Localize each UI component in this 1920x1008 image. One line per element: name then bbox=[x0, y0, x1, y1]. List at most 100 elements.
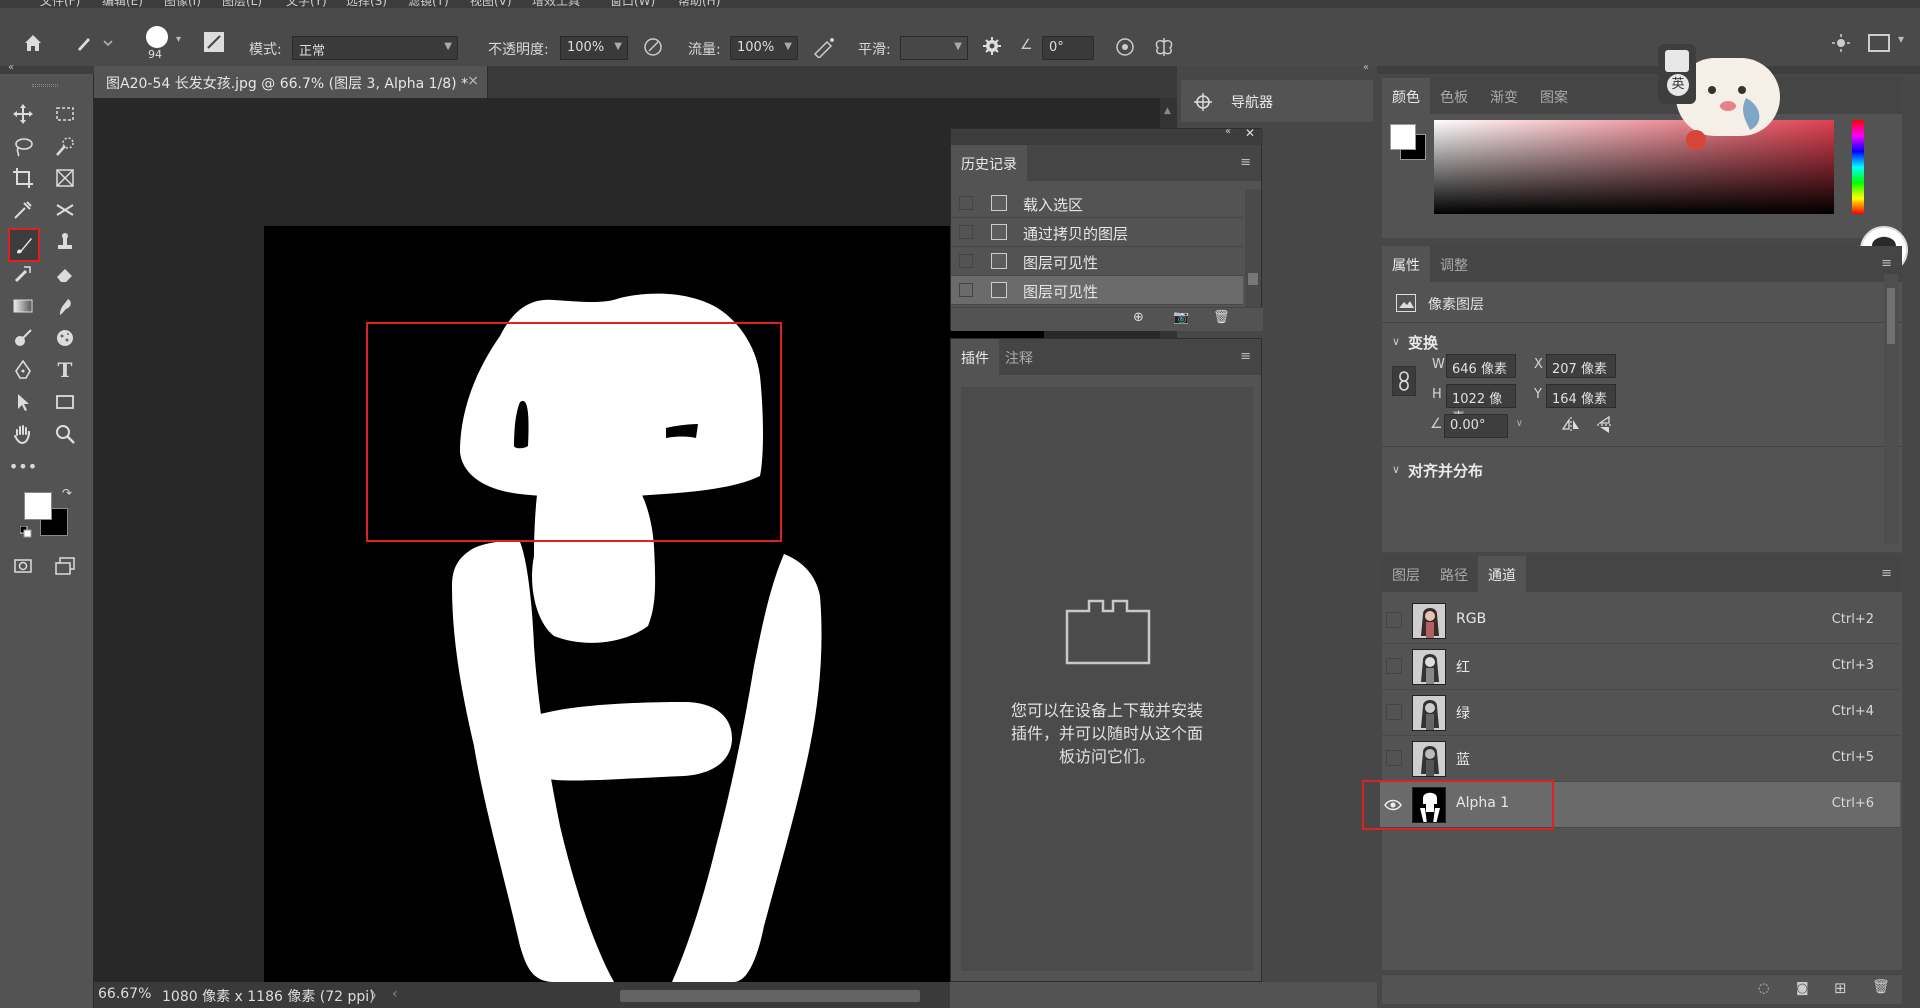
menu-layer[interactable]: 图层(L) bbox=[222, 0, 262, 8]
menu-file[interactable]: 文件(F) bbox=[40, 0, 80, 8]
visibility-toggle[interactable] bbox=[1386, 750, 1402, 766]
angle-field[interactable]: 0° bbox=[1042, 36, 1094, 60]
width-field[interactable]: 646 像素 bbox=[1446, 354, 1516, 378]
marquee-tool-icon[interactable] bbox=[50, 100, 80, 128]
ime-toolbar[interactable]: 英 bbox=[1658, 44, 1696, 104]
clone-stamp-tool-icon[interactable] bbox=[50, 228, 80, 256]
workspace-icon[interactable] bbox=[1868, 34, 1890, 52]
assistant-dot-icon[interactable] bbox=[1686, 130, 1706, 150]
channel-row-rgb[interactable]: RGB Ctrl+2 bbox=[1380, 598, 1900, 644]
pen-tool-icon[interactable] bbox=[8, 356, 38, 384]
channel-row-blue[interactable]: 蓝 Ctrl+5 bbox=[1380, 736, 1900, 782]
chevron-down-icon[interactable]: ▾ bbox=[176, 34, 181, 45]
flip-vertical-icon[interactable] bbox=[1594, 414, 1616, 436]
smoothing-field[interactable]: ▼ bbox=[900, 36, 968, 60]
flow-field[interactable]: 100% ▼ bbox=[730, 36, 798, 60]
new-document-from-state-icon[interactable]: ⊕ bbox=[1133, 310, 1144, 325]
sponge-tool-icon[interactable] bbox=[50, 324, 80, 352]
tab-color[interactable]: 颜色 bbox=[1382, 78, 1430, 114]
load-selection-icon[interactable]: ◌ bbox=[1758, 981, 1769, 996]
content-aware-move-icon[interactable] bbox=[50, 196, 80, 224]
visibility-toggle[interactable] bbox=[1386, 704, 1402, 720]
history-brush-tool-icon[interactable] bbox=[8, 260, 38, 288]
history-panel-titlebar[interactable]: « ✕ bbox=[951, 126, 1263, 145]
panel-menu-icon[interactable]: ≡ bbox=[1881, 566, 1892, 581]
panel-menu-icon[interactable]: ≡ bbox=[1240, 155, 1251, 170]
brush-size-icon[interactable] bbox=[146, 26, 168, 48]
tab-history[interactable]: 历史记录 bbox=[951, 145, 1027, 181]
navigator-collapse-strip[interactable]: « bbox=[1177, 62, 1377, 74]
quick-selection-tool-icon[interactable] bbox=[50, 132, 80, 160]
y-field[interactable]: 164 像素 bbox=[1546, 384, 1616, 408]
chevron-down-icon[interactable]: ▾ bbox=[1898, 32, 1904, 46]
visibility-toggle[interactable] bbox=[1386, 658, 1402, 674]
brush-preset-icon[interactable] bbox=[74, 32, 114, 54]
ime-icon[interactable] bbox=[1665, 50, 1689, 72]
new-channel-icon[interactable]: ⊞ bbox=[1834, 979, 1847, 997]
scroll-left-icon[interactable]: ‹ bbox=[392, 986, 398, 1002]
airbrush-icon[interactable] bbox=[812, 36, 836, 60]
save-selection-icon[interactable]: ◙ bbox=[1796, 981, 1809, 996]
zoom-level[interactable]: 66.67% bbox=[98, 986, 151, 1002]
navigator-tab[interactable]: 导航器 bbox=[1181, 80, 1373, 122]
menu-image[interactable]: 图像(I) bbox=[164, 0, 201, 8]
tab-patterns[interactable]: 图案 bbox=[1530, 78, 1578, 114]
tab-swatches[interactable]: 色板 bbox=[1430, 78, 1478, 114]
opacity-field[interactable]: 100% ▼ bbox=[560, 36, 628, 60]
eyedropper-tool-icon[interactable] bbox=[8, 196, 38, 224]
move-tool-icon[interactable] bbox=[8, 100, 38, 128]
sun-icon[interactable] bbox=[1830, 32, 1852, 54]
pressure-opacity-icon[interactable] bbox=[642, 36, 664, 58]
gradient-tool-icon[interactable] bbox=[8, 292, 38, 320]
more-tools-icon[interactable]: ••• bbox=[8, 452, 38, 480]
dodge-tool-icon[interactable] bbox=[8, 324, 38, 352]
home-icon[interactable] bbox=[22, 32, 44, 54]
tab-adjustments[interactable]: 调整 bbox=[1430, 246, 1478, 282]
x-field[interactable]: 207 像素 bbox=[1546, 354, 1616, 378]
foreground-color-swatch-top[interactable] bbox=[1390, 124, 1416, 150]
trash-icon[interactable]: 🗑 bbox=[1213, 310, 1230, 325]
mode-select[interactable]: 正常 ▼ bbox=[292, 36, 458, 60]
tab-plugins[interactable]: 插件 bbox=[951, 339, 999, 375]
camera-icon[interactable]: 📷 bbox=[1173, 310, 1189, 325]
right-dock-collapse-strip[interactable] bbox=[1377, 66, 1920, 74]
align-section-title[interactable]: 对齐并分布 bbox=[1408, 460, 1483, 481]
brush-settings-icon[interactable] bbox=[204, 32, 224, 52]
tab-gradients[interactable]: 渐变 bbox=[1480, 78, 1528, 114]
panel-menu-icon[interactable]: ≡ bbox=[1881, 256, 1892, 271]
toolbar-grip[interactable] bbox=[32, 84, 58, 87]
eraser-tool-icon[interactable] bbox=[50, 260, 80, 288]
history-item[interactable]: 图层可见性 bbox=[951, 247, 1243, 276]
height-field[interactable]: 1022 像素 bbox=[1446, 384, 1516, 426]
menu-window[interactable]: 窗口(W) bbox=[610, 0, 655, 8]
trash-icon[interactable]: 🗑 bbox=[1872, 979, 1890, 995]
link-icon[interactable] bbox=[1392, 366, 1416, 396]
screen-mode-icon[interactable] bbox=[50, 552, 80, 580]
history-scrollbar[interactable] bbox=[1245, 189, 1261, 307]
swap-colors-icon[interactable]: ↷ bbox=[62, 486, 72, 500]
brush-tool-icon[interactable] bbox=[8, 228, 40, 262]
close-icon[interactable]: ✕ bbox=[1245, 126, 1255, 140]
rotation-field[interactable]: 0.00° ∨ bbox=[1444, 414, 1523, 438]
path-selection-tool-icon[interactable] bbox=[8, 388, 38, 416]
chevron-down-icon[interactable]: ∨ bbox=[1392, 463, 1400, 476]
menu-help[interactable]: 帮助(H) bbox=[678, 0, 720, 8]
panel-menu-icon[interactable]: ≡ bbox=[1240, 349, 1251, 364]
zoom-tool-icon[interactable] bbox=[50, 420, 80, 448]
menu-plugins[interactable]: 增效工具 bbox=[532, 0, 580, 8]
pressure-size-icon[interactable] bbox=[1114, 36, 1136, 58]
horizontal-scrollbar-thumb[interactable] bbox=[620, 990, 920, 1002]
tab-channels[interactable]: 通道 bbox=[1478, 556, 1526, 592]
tab-layers[interactable]: 图层 bbox=[1382, 556, 1430, 592]
tab-notes[interactable]: 注释 bbox=[995, 339, 1043, 375]
default-colors-icon[interactable] bbox=[19, 525, 32, 538]
lasso-tool-icon[interactable] bbox=[8, 132, 38, 160]
channel-row-green[interactable]: 绿 Ctrl+4 bbox=[1380, 690, 1900, 736]
quick-mask-icon[interactable] bbox=[8, 552, 38, 580]
history-item[interactable]: 通过拷贝的图层 bbox=[951, 218, 1243, 247]
ime-language-badge[interactable]: 英 bbox=[1667, 74, 1689, 96]
hand-tool-icon[interactable] bbox=[8, 420, 38, 448]
transform-section-title[interactable]: 变换 bbox=[1408, 332, 1438, 353]
scroll-up-icon[interactable]: ▲ bbox=[1164, 106, 1171, 116]
history-item[interactable]: 载入选区 bbox=[951, 189, 1243, 218]
